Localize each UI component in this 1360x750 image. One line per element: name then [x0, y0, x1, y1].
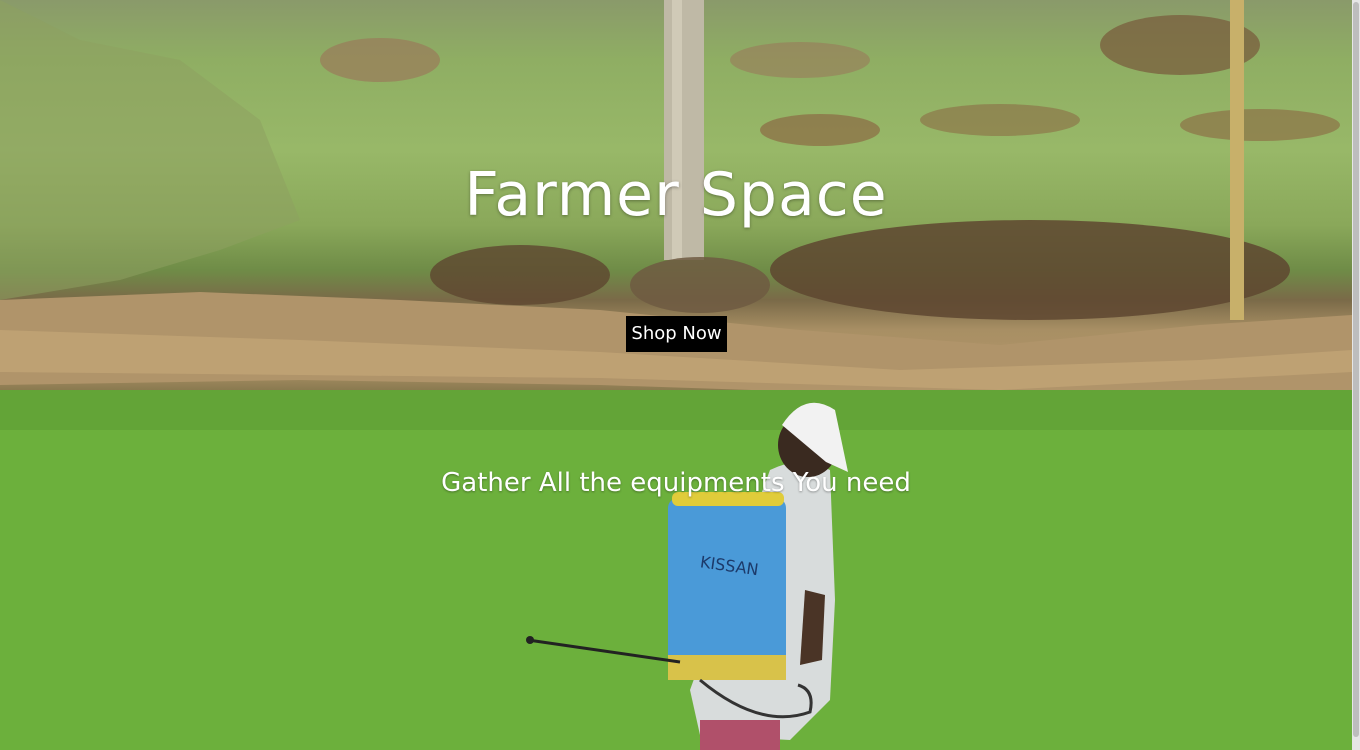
farm-scene-illustration: KISSAN	[0, 0, 1352, 750]
page: KISSAN Farmer Space Shop Now Gather All …	[0, 0, 1360, 750]
hero-background-image: KISSAN	[0, 0, 1352, 750]
hero-title: Farmer Space	[464, 160, 888, 230]
scrollbar-thumb[interactable]	[1353, 2, 1359, 737]
vertical-scrollbar[interactable]	[1352, 0, 1360, 750]
hero-tagline: Gather All the equipments You need	[441, 468, 911, 498]
shop-now-button[interactable]: Shop Now	[626, 316, 727, 352]
